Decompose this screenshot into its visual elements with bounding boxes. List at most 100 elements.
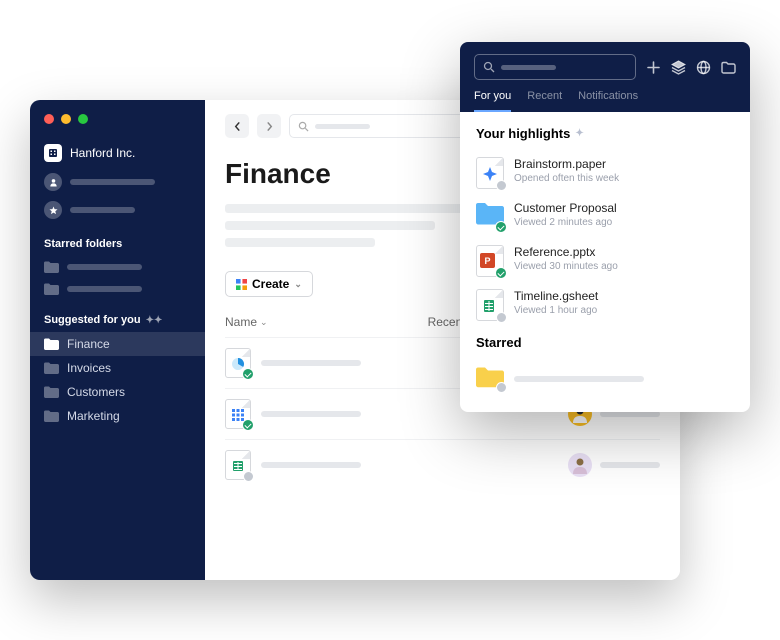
starred-item[interactable]	[476, 360, 734, 398]
folder-label: Customers	[67, 385, 125, 399]
placeholder-line	[501, 65, 556, 70]
file-row[interactable]	[225, 439, 660, 490]
sidebar-user-item[interactable]	[30, 168, 205, 196]
sidebar-starred-item[interactable]	[30, 196, 205, 224]
suggested-title-text: Suggested for you	[44, 314, 141, 326]
popover-header: For you Recent Notifications	[460, 42, 750, 112]
sidebar-folder-customers[interactable]: Customers	[30, 380, 205, 404]
nav-back-button[interactable]	[225, 114, 249, 138]
column-name-label: Name	[225, 315, 257, 329]
search-icon	[298, 121, 309, 132]
avatar	[568, 453, 592, 477]
placeholder-line	[600, 462, 660, 468]
synced-badge-icon	[495, 267, 507, 279]
popover-tabs: For you Recent Notifications	[474, 90, 736, 112]
item-name: Customer Proposal	[514, 201, 617, 215]
item-meta: Viewed 1 hour ago	[514, 305, 598, 316]
item-name: Brainstorm.paper	[514, 157, 619, 171]
item-name: Reference.pptx	[514, 245, 618, 259]
folder-icon	[44, 283, 59, 295]
folder-icon	[44, 386, 59, 398]
item-meta: Opened often this week	[514, 173, 619, 184]
close-window[interactable]	[44, 114, 54, 124]
folder-yellow-icon	[476, 366, 504, 392]
sparkle-icon: ✦✦	[146, 315, 163, 326]
synced-badge-icon	[242, 368, 254, 380]
highlights-title-text: Your highlights	[476, 126, 570, 141]
sidebar-folder-invoices[interactable]: Invoices	[30, 356, 205, 380]
folder-icon	[44, 338, 59, 350]
synced-badge-icon	[495, 221, 507, 233]
placeholder-line	[315, 124, 370, 129]
placeholder-line	[67, 264, 142, 270]
placeholder-line	[70, 207, 135, 213]
folder-icon	[44, 362, 59, 374]
highlight-item[interactable]: Timeline.gsheet Viewed 1 hour ago	[476, 283, 734, 327]
popover-search-input[interactable]	[474, 54, 636, 80]
gsheet-file-icon	[476, 289, 504, 321]
synced-badge-icon	[242, 419, 254, 431]
tab-notifications[interactable]: Notifications	[578, 90, 638, 112]
powerpoint-file-icon: P	[476, 245, 504, 277]
star-icon	[44, 201, 62, 219]
folder-outline-icon[interactable]	[721, 60, 736, 75]
status-badge-icon	[243, 471, 254, 482]
placeholder-line	[70, 179, 155, 185]
highlights-title: Your highlights ✦	[476, 126, 734, 141]
placeholder-line	[261, 360, 361, 366]
starred-folders-title: Starred folders	[30, 224, 205, 256]
placeholder-line	[261, 462, 361, 468]
paper-file-icon	[476, 157, 504, 189]
search-icon	[483, 61, 495, 73]
user-icon	[44, 173, 62, 191]
popover-body: Your highlights ✦ Brainstorm.paper Opene…	[460, 112, 750, 412]
starred-folder-item[interactable]	[30, 256, 205, 278]
status-badge-icon	[496, 312, 507, 323]
placeholder-line	[514, 376, 644, 382]
sidebar-folder-marketing[interactable]: Marketing	[30, 404, 205, 428]
plus-icon[interactable]	[646, 60, 661, 75]
popover-action-icons	[646, 60, 736, 75]
highlight-item[interactable]: Customer Proposal Viewed 2 minutes ago	[476, 195, 734, 239]
item-meta: Viewed 30 minutes ago	[514, 261, 618, 272]
maximize-window[interactable]	[78, 114, 88, 124]
sidebar: Hanford Inc. Starred folders Suggested f…	[30, 100, 205, 580]
tab-for-you[interactable]: For you	[474, 90, 511, 112]
create-button[interactable]: Create ⌄	[225, 271, 313, 297]
suggested-title: Suggested for you ✦✦	[30, 300, 205, 332]
minimize-window[interactable]	[61, 114, 71, 124]
org-name: Hanford Inc.	[70, 146, 135, 160]
nav-forward-button[interactable]	[257, 114, 281, 138]
folder-blue-icon	[476, 201, 504, 233]
item-name: Timeline.gsheet	[514, 289, 598, 303]
chevron-down-icon: ⌄	[260, 317, 268, 328]
highlight-item[interactable]: Brainstorm.paper Opened often this week	[476, 151, 734, 195]
folder-label: Finance	[67, 337, 110, 351]
tab-recent[interactable]: Recent	[527, 90, 562, 112]
file-grid-icon	[225, 399, 251, 429]
highlight-item[interactable]: P Reference.pptx Viewed 30 minutes ago	[476, 239, 734, 283]
org-selector[interactable]: Hanford Inc.	[30, 138, 205, 168]
globe-icon[interactable]	[696, 60, 711, 75]
file-sheet-icon	[225, 450, 251, 480]
starred-section-title: Starred	[476, 335, 734, 350]
status-badge-icon	[496, 382, 507, 393]
folder-icon	[44, 261, 59, 273]
column-name[interactable]: Name⌄	[225, 315, 268, 329]
layers-icon[interactable]	[671, 60, 686, 75]
sparkle-icon: ✦	[575, 128, 583, 139]
chevron-down-icon: ⌄	[294, 279, 302, 290]
window-controls	[30, 114, 205, 138]
folder-icon	[44, 410, 59, 422]
search-popover: For you Recent Notifications Your highli…	[460, 42, 750, 412]
create-icon	[236, 279, 247, 290]
placeholder-line	[261, 411, 361, 417]
placeholder-line	[67, 286, 142, 292]
status-badge-icon	[496, 180, 507, 191]
folder-label: Marketing	[67, 409, 120, 423]
starred-folder-item[interactable]	[30, 278, 205, 300]
file-pie-icon	[225, 348, 251, 378]
building-icon	[44, 144, 62, 162]
item-meta: Viewed 2 minutes ago	[514, 217, 617, 228]
sidebar-folder-finance[interactable]: Finance	[30, 332, 205, 356]
